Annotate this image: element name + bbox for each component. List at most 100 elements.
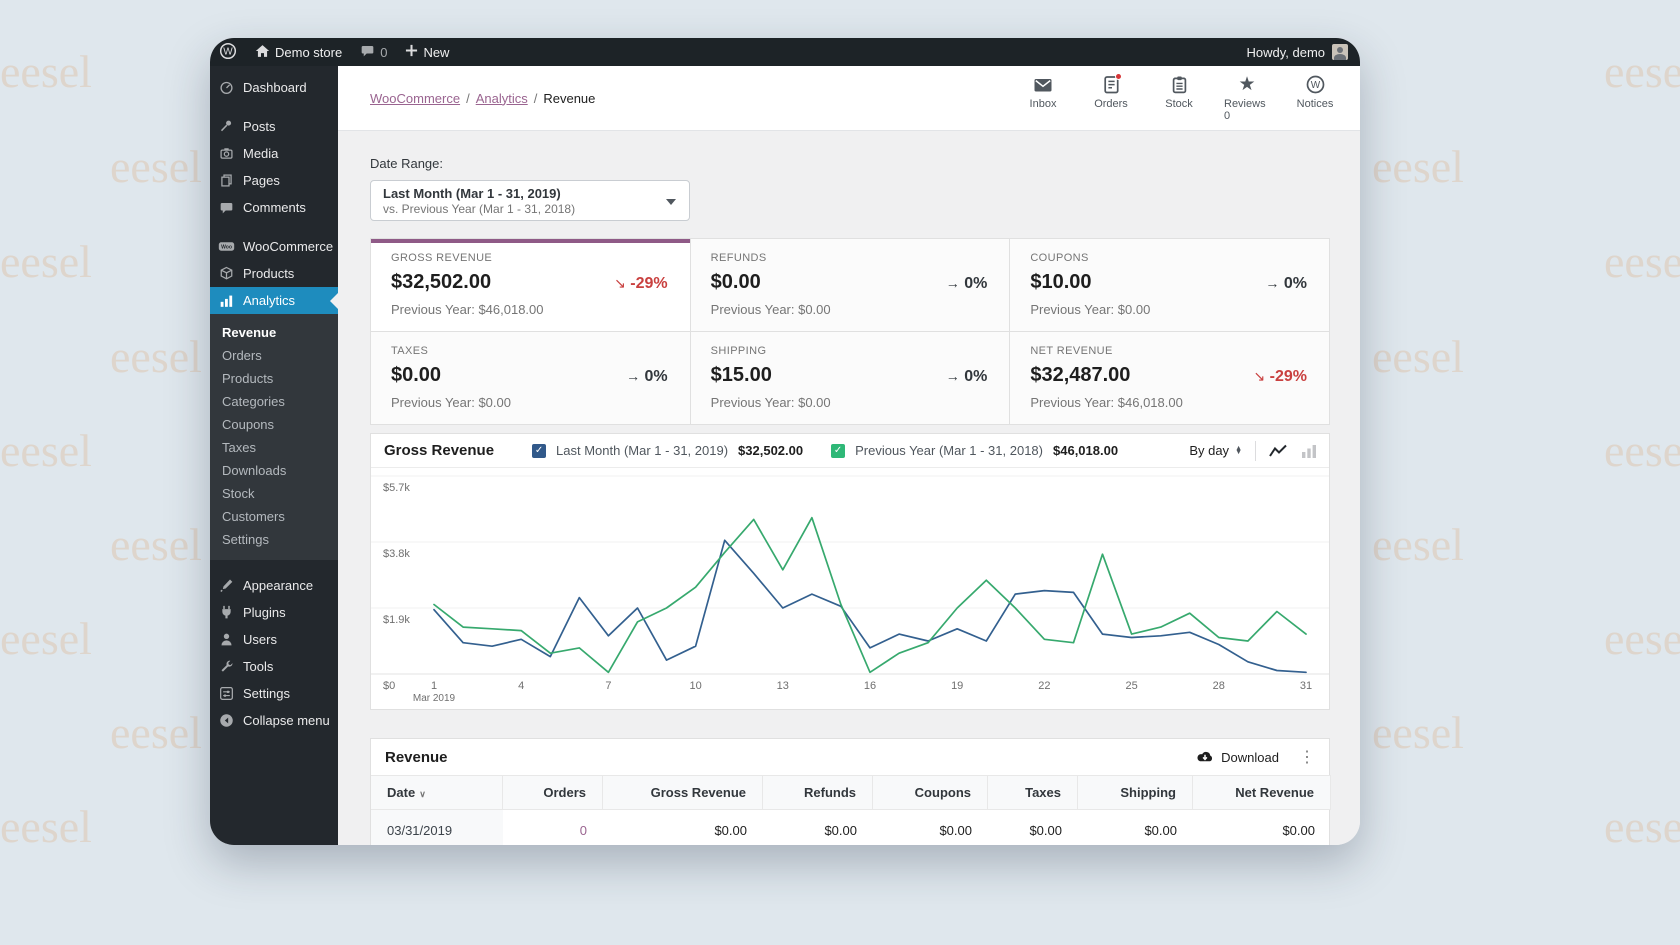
cell-net-revenue: $0.00 [1193, 810, 1331, 845]
column-header-date[interactable]: Date∨ [371, 775, 503, 810]
submenu-item-orders[interactable]: Orders [210, 344, 338, 367]
kebab-menu-icon[interactable]: ⋮ [1299, 747, 1315, 767]
sort-desc-icon: ∨ [419, 789, 426, 799]
submenu-item-revenue[interactable]: Revenue [210, 321, 338, 344]
line-chart-type-button[interactable] [1269, 444, 1287, 458]
card-previous-value: Previous Year: $46,018.00 [391, 302, 670, 317]
new-label: New [423, 45, 449, 60]
select-arrows-icon: ▲▼ [1235, 447, 1242, 455]
sidebar-item-products[interactable]: Products [210, 260, 338, 287]
summary-card-net-revenue[interactable]: NET REVENUE $32,487.00 ↘ -29% Previous Y… [1010, 332, 1329, 424]
sidebar-item-posts[interactable]: Posts [210, 113, 338, 140]
breadcrumb-analytics-link[interactable]: Analytics [476, 91, 528, 106]
column-header-gross-revenue[interactable]: Gross Revenue [603, 775, 763, 810]
cell-taxes: $0.00 [988, 810, 1078, 845]
comment-bubble-icon [218, 201, 235, 215]
howdy-label[interactable]: Howdy, demo [1246, 45, 1325, 60]
site-name-menu[interactable]: Demo store [246, 38, 351, 66]
sidebar-item-media[interactable]: Media [210, 140, 338, 167]
notices-button[interactable]: W Notices [1292, 75, 1338, 122]
summary-card-coupons[interactable]: COUPONS $10.00 → 0% Previous Year: $0.00 [1010, 239, 1329, 331]
watermark-text: eesel [0, 800, 92, 853]
sidebar-item-appearance[interactable]: Appearance [210, 572, 338, 599]
sidebar-item-analytics[interactable]: Analytics [210, 287, 338, 314]
submenu-item-coupons[interactable]: Coupons [210, 413, 338, 436]
submenu-item-customers[interactable]: Customers [210, 505, 338, 528]
card-value: $15.00 [711, 364, 772, 387]
revenue-table-panel: Revenue Download ⋮ Date∨ Orders Gross Re… [370, 738, 1330, 845]
watermark-text: eesel [0, 612, 92, 665]
summary-card-shipping[interactable]: SHIPPING $15.00 → 0% Previous Year: $0.0… [691, 332, 1010, 424]
submenu-item-stock[interactable]: Stock [210, 482, 338, 505]
checkbox-checked-icon[interactable]: ✓ [532, 444, 546, 458]
svg-text:22: 22 [1038, 680, 1050, 692]
checkbox-checked-icon[interactable]: ✓ [831, 444, 845, 458]
inbox-button[interactable]: Inbox [1020, 75, 1066, 122]
breadcrumb-separator: / [466, 91, 470, 106]
summary-card-refunds[interactable]: REFUNDS $0.00 → 0% Previous Year: $0.00 [691, 239, 1010, 331]
watermark-text: eesel [1604, 45, 1680, 98]
orders-count-link[interactable]: 0 [580, 823, 587, 838]
trend-flat-icon: → [946, 275, 960, 291]
clipboard-icon [1171, 75, 1188, 95]
submenu-item-products[interactable]: Products [210, 367, 338, 390]
sidebar-item-tools[interactable]: Tools [210, 653, 338, 680]
sidebar-item-users[interactable]: Users [210, 626, 338, 653]
table-title: Revenue [385, 749, 448, 766]
sidebar-item-comments[interactable]: Comments [210, 194, 338, 221]
svg-text:Mar 2019: Mar 2019 [413, 693, 456, 704]
bar-chart-icon [218, 294, 235, 308]
submenu-item-downloads[interactable]: Downloads [210, 459, 338, 482]
cell-gross-revenue: $0.00 [603, 810, 763, 845]
column-header-coupons[interactable]: Coupons [873, 775, 988, 810]
column-header-taxes[interactable]: Taxes [988, 775, 1078, 810]
card-label: GROSS REVENUE [391, 252, 670, 264]
summary-card-taxes[interactable]: TAXES $0.00 → 0% Previous Year: $0.00 [371, 332, 690, 424]
submenu-item-taxes[interactable]: Taxes [210, 436, 338, 459]
summary-card-gross-revenue[interactable]: GROSS REVENUE $32,502.00 ↘ -29% Previous… [371, 239, 690, 331]
sidebar-item-pages[interactable]: Pages [210, 167, 338, 194]
download-label: Download [1221, 750, 1279, 765]
column-header-shipping[interactable]: Shipping [1078, 775, 1193, 810]
new-content-button[interactable]: New [396, 38, 458, 66]
date-range-label: Date Range: [370, 156, 1360, 171]
svg-text:Woo: Woo [221, 244, 232, 250]
breadcrumb-woocommerce-link[interactable]: WooCommerce [370, 91, 460, 106]
chart-type-switcher [1269, 444, 1317, 458]
sidebar-item-settings[interactable]: Settings [210, 680, 338, 707]
bar-chart-type-button[interactable] [1301, 444, 1317, 458]
download-button[interactable]: Download [1196, 750, 1279, 765]
orders-button[interactable]: Orders [1088, 75, 1134, 122]
pushpin-icon [218, 119, 235, 134]
submenu-item-settings[interactable]: Settings [210, 528, 338, 551]
wordpress-logo-button[interactable]: W [210, 38, 246, 66]
stock-label: Stock [1165, 98, 1193, 110]
column-header-orders[interactable]: Orders [503, 775, 603, 810]
sidebar-item-label: Collapse menu [243, 713, 330, 728]
sidebar-item-label: WooCommerce [243, 239, 333, 254]
date-range-select[interactable]: Last Month (Mar 1 - 31, 2019) vs. Previo… [370, 180, 690, 221]
reviews-button[interactable]: ★ Reviews 0 [1224, 75, 1270, 122]
stock-button[interactable]: Stock [1156, 75, 1202, 122]
sidebar-item-woocommerce[interactable]: Woo WooCommerce [210, 233, 338, 260]
collapse-icon [218, 713, 235, 728]
interval-select[interactable]: By day ▲▼ [1189, 443, 1242, 458]
watermark-text: eesel [1372, 706, 1464, 759]
sidebar-item-label: Settings [243, 686, 290, 701]
sidebar-item-collapse-menu[interactable]: Collapse menu [210, 707, 338, 734]
column-header-refunds[interactable]: Refunds [763, 775, 873, 810]
divider [1255, 441, 1256, 461]
watermark-text: eesel [110, 140, 202, 193]
dashboard-icon [218, 80, 235, 95]
submenu-item-categories[interactable]: Categories [210, 390, 338, 413]
user-avatar[interactable] [1332, 44, 1348, 60]
plug-icon [218, 605, 235, 620]
trend-down-icon: ↘ [1253, 368, 1265, 384]
column-header-net-revenue[interactable]: Net Revenue [1193, 775, 1331, 810]
sidebar-item-dashboard[interactable]: Dashboard [210, 74, 338, 101]
interval-label: By day [1189, 443, 1229, 458]
admin-comments-button[interactable]: 0 [351, 38, 396, 66]
legend-previous-year[interactable]: ✓ Previous Year (Mar 1 - 31, 2018) $46,0… [831, 443, 1118, 458]
sidebar-item-plugins[interactable]: Plugins [210, 599, 338, 626]
legend-last-month[interactable]: ✓ Last Month (Mar 1 - 31, 2019) $32,502.… [532, 443, 803, 458]
